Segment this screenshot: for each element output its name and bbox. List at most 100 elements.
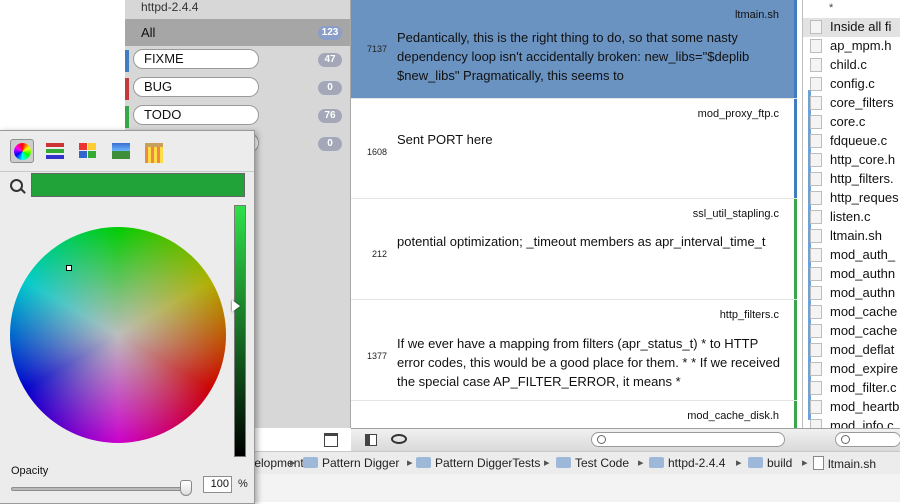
file-icon [810,20,822,34]
path-item[interactable]: ltmain.sh [813,456,876,471]
file-list-item[interactable]: child.c [803,56,900,75]
file-name: mod_filter.c [830,380,897,395]
color-mode-tabs [0,131,254,172]
color-wheel[interactable] [10,227,226,443]
tag-color-stripe [794,300,797,400]
folder-icon [748,457,763,468]
file-list-item[interactable]: http_core.h [803,151,900,170]
list-item[interactable]: ssl_util_stapling.c 212 potential optimi… [351,199,797,300]
path-item[interactable]: Pattern DiggerTests [416,456,540,470]
opacity-field[interactable]: 100 [203,476,232,493]
sidebar-toggle-icon[interactable] [365,434,377,446]
opacity-slider[interactable] [11,487,191,491]
sidebar-item-fixme[interactable]: FIXME 47 [125,48,350,74]
list-item[interactable]: http_filters.c 1377 If we ever have a ma… [351,300,797,401]
chevron-right-icon: ▸ [407,457,413,469]
item-filename: mod_cache_disk.h [687,410,779,422]
tag-pill[interactable]: BUG [133,77,259,97]
file-name: mod_info.c [830,418,894,428]
file-list-item[interactable]: http_filters. [803,170,900,189]
brightness-slider[interactable] [234,205,246,457]
item-filename: ssl_util_stapling.c [692,208,779,220]
file-icon [810,172,822,186]
sidebar-item-all[interactable]: All 123 [125,19,350,46]
file-icon [810,229,822,243]
tag-color-bar [125,106,129,128]
tab-image-palettes[interactable] [109,139,133,163]
file-list-item[interactable]: fdqueue.c [803,132,900,151]
file-list-item[interactable]: config.c [803,75,900,94]
tag-color-stripe [794,0,797,98]
eye-icon[interactable] [391,434,407,444]
list-item[interactable]: ltmain.sh 7137 Pedantically, this is the… [351,0,797,99]
file-name: mod_auth_ [830,247,896,262]
file-list-item[interactable]: http_reques [803,189,900,208]
file-name: config.c [830,76,875,91]
file-name: listen.c [830,209,871,224]
folder-icon[interactable] [324,433,338,447]
file-list-item[interactable]: mod_filter.c [803,379,900,398]
tag-color-bar [125,50,129,72]
file-list-item[interactable]: core.c [803,113,900,132]
file-icon [810,419,822,428]
current-color-swatch[interactable] [31,173,245,197]
tab-color-sliders[interactable] [43,139,67,163]
brightness-slider-knob[interactable] [232,300,240,312]
file-list-item[interactable]: mod_cache [803,303,900,322]
opacity-slider-knob[interactable] [180,480,192,496]
path-item[interactable]: build [748,456,792,470]
color-picker-panel: Opacity 100 % [0,130,255,504]
file-list-item[interactable]: Inside all fi [803,18,900,37]
file-list-item[interactable]: mod_authn [803,265,900,284]
file-list-item[interactable]: mod_auth_ [803,246,900,265]
color-wheel-icon [14,143,31,160]
eyedropper-search-icon[interactable] [10,179,23,192]
chevron-right-icon: ▸ [736,457,742,469]
list-item[interactable]: mod_proxy_ftp.c 1608 Sent PORT here [351,99,797,199]
tag-pill[interactable]: FIXME [133,49,259,69]
file-icon [810,77,822,91]
file-search-input[interactable] [835,432,900,447]
file-list-item[interactable]: mod_info.c [803,417,900,428]
folder-icon [556,457,571,468]
count-badge: 47 [318,53,342,67]
file-name: mod_heartb [830,399,900,414]
file-icon [810,286,822,300]
color-wheel-cursor[interactable] [66,265,72,271]
tag-pill[interactable]: TODO [133,105,259,125]
file-icon [810,39,822,53]
file-list-item[interactable]: mod_heartb [803,398,900,417]
file-list-item[interactable]: listen.c [803,208,900,227]
file-icon [813,456,824,470]
tab-crayons[interactable] [142,139,166,163]
file-name: mod_cache [830,323,898,338]
path-item[interactable]: Pattern Digger [303,456,399,470]
file-icon [810,362,822,376]
count-badge: 0 [318,137,342,151]
tag-color-stripe [794,99,797,198]
file-list-item[interactable]: core_filters [803,94,900,113]
file-icon [810,210,822,224]
file-name: mod_cache [830,304,898,319]
folder-icon [416,457,431,468]
file-list-item[interactable]: ltmain.sh [803,227,900,246]
sidebar-item-bug[interactable]: BUG 0 [125,76,350,102]
folder-icon [303,457,318,468]
tab-color-wheel[interactable] [10,139,34,163]
file-list-item[interactable]: mod_authn [803,284,900,303]
file-list-item[interactable]: mod_deflat [803,341,900,360]
file-list-item[interactable]: ap_mpm.h [803,37,900,56]
search-icon [841,435,850,444]
file-list-item[interactable]: mod_cache [803,322,900,341]
search-input[interactable] [591,432,785,447]
file-list-item[interactable]: mod_expire [803,360,900,379]
path-item[interactable]: Test Code [556,456,629,470]
tab-color-palettes[interactable] [76,139,100,163]
item-line-number: 212 [371,249,387,259]
path-item[interactable]: httpd-2.4.4 [649,456,725,470]
list-item[interactable]: mod_cache_disk.h [351,401,797,428]
file-name: http_reques [830,190,899,205]
sidebar-item-todo[interactable]: TODO 76 [125,104,350,130]
file-list: * Inside all fi ap_mpm.h child.c config.c co… [802,0,900,428]
palette-icon [79,143,97,159]
